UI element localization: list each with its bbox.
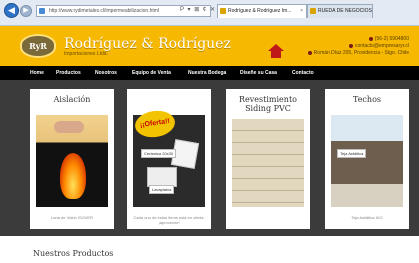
contact-phone: (56-2) 5904800 [368,36,409,42]
location-icon [307,50,312,55]
flame-icon [60,153,86,199]
card-caption: Cada uno de estos items está en oferta, … [133,215,205,225]
phone-icon [368,36,373,41]
tag-ceramica: Cerámica 20x30 [141,149,177,158]
nav-disene-casa[interactable]: Diseñe su Casa [240,66,277,80]
card-title: Techos [352,95,381,104]
tab-rodriguez[interactable]: Rodríguez & Rodríguez Im... × [217,4,307,18]
nav-equipo-venta[interactable]: Equipo de Venta [132,66,171,80]
section-title: Nuestros Productos [33,249,114,258]
nav-contacto[interactable]: Contacto [292,66,314,80]
tab-close-icon[interactable]: × [300,5,303,17]
tab-label: RUEDA DE NEGOCIOS [318,8,372,14]
offer-badge: ¡¡Oferta!! [133,108,177,140]
card-revestimiento[interactable]: Revestimiento Siding PVC [226,89,310,229]
tag-teja: Teja Asfáltica [337,149,367,158]
sink-shape [147,167,177,187]
card-oferta[interactable]: ¡¡Oferta!! Cerámica 20x30 Lavaplatos Cad… [127,89,211,229]
card-caption: Teja Asfáltica IKO [351,215,383,220]
address-tools[interactable]: P ▾ ⊠ ¢ ✕ [180,6,216,13]
address-url: http://www.rydimetales.cl/impermeabiliza… [49,8,160,14]
tab-rueda-negocios[interactable]: RUEDA DE NEGOCIOS [307,4,373,18]
tab-label: Rodríguez & Rodríguez Im... [228,8,292,14]
site-header: RyR Rodríguez & Rodríguez Importaciones … [0,26,419,66]
siding-image[interactable] [232,119,304,207]
card-title: Revestimiento Siding PVC [239,95,297,113]
house-icon [268,44,284,58]
nav-bodega[interactable]: Nuestra Bodega [188,66,226,80]
main-nav: Home Productos Nosotros Equipo de Venta … [0,66,419,80]
tab-favicon [220,8,226,14]
nav-home[interactable]: Home [30,66,44,80]
brand-name: Rodríguez & Rodríguez [64,36,231,52]
back-arrow-icon[interactable]: ◀ [4,3,19,18]
browser-toolbar: ◀ ▶ http://www.rydimetales.cl/impermeabi… [0,0,419,26]
phone-text: (56-2) 5904800 [374,36,409,42]
card-title: Aislación [53,95,91,104]
page-icon [39,8,45,14]
brand-tagline: Importaciones Ltda. [64,51,108,57]
address-text: Román Díaz 205, Providencia - Stgo. Chil… [313,50,409,56]
insulation-image[interactable] [36,115,108,207]
email-text[interactable]: contacto@empresaryr.cl [355,43,409,49]
tab-favicon [310,8,316,14]
company-logo[interactable]: RyR [20,34,56,58]
product-showcase: Aislación Lana de Vidrio ISOVER ¡¡Oferta… [0,80,419,236]
card-techos[interactable]: Techos Teja Asfáltica Teja Asfáltica IKO [325,89,409,229]
products-section: Nuestros Productos [0,236,419,263]
contact-email[interactable]: contacto@empresaryr.cl [349,43,409,49]
hand-shape [54,121,84,133]
forward-arrow-icon[interactable]: ▶ [20,5,32,17]
card-caption: Lana de Vidrio ISOVER [51,215,93,220]
card-aislacion[interactable]: Aislación Lana de Vidrio ISOVER [30,89,114,229]
contact-address: Román Díaz 205, Providencia - Stgo. Chil… [307,50,409,56]
mail-icon [349,43,354,48]
roof-image[interactable]: Teja Asfáltica [331,115,403,207]
nav-nosotros[interactable]: Nosotros [95,66,117,80]
nav-productos[interactable]: Productos [56,66,81,80]
offer-image[interactable]: ¡¡Oferta!! Cerámica 20x30 Lavaplatos [133,108,205,207]
tag-lavaplatos: Lavaplatos [149,185,175,194]
